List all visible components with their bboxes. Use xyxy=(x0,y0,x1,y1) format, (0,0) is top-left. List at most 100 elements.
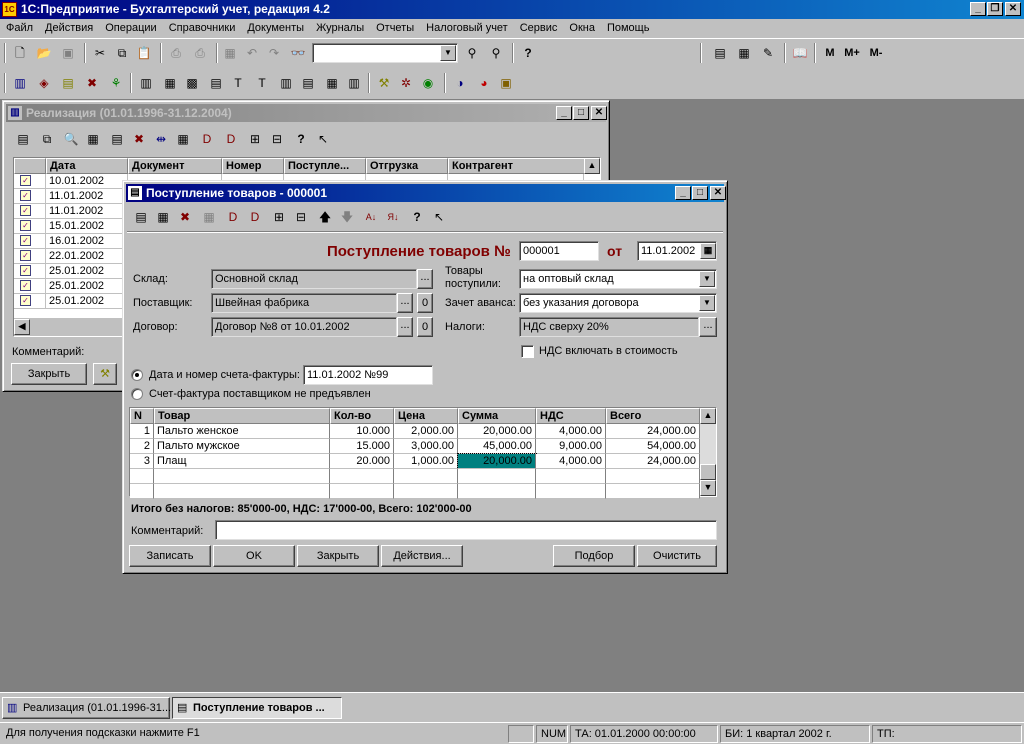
rj-row-icon-cell[interactable]: ✓ xyxy=(14,279,46,294)
calendar-icon[interactable]: ▦ xyxy=(736,45,752,61)
dt-copy-row-icon[interactable]: ▦ xyxy=(155,209,171,225)
rj-row-icon-cell[interactable]: ✓ xyxy=(14,249,46,264)
undo-icon[interactable]: ↶ xyxy=(244,45,260,61)
rj-tool-button[interactable]: ⚒ xyxy=(93,363,117,385)
rj-col-num[interactable]: Номер xyxy=(222,158,284,174)
col-n[interactable]: N xyxy=(130,408,154,424)
menu-journals[interactable]: Журналы xyxy=(310,19,370,37)
item-cell-vsego[interactable]: 54,000.00 xyxy=(606,439,700,454)
item-cell-summa[interactable]: 20,000.00 xyxy=(458,424,536,439)
item-cell-nds[interactable]: 4,000.00 xyxy=(536,424,606,439)
item-cell-empty[interactable] xyxy=(330,484,394,499)
realizacia-maximize-button[interactable]: □ xyxy=(573,106,589,120)
postavshik-select-button[interactable]: ... xyxy=(397,293,413,313)
items-scroll-up[interactable]: ▲ xyxy=(700,408,716,424)
rj-row-icon-cell[interactable]: ✓ xyxy=(14,264,46,279)
menu-windows[interactable]: Окна xyxy=(563,19,601,37)
item-cell-nds[interactable]: 9,000.00 xyxy=(536,439,606,454)
dt-new-row-icon[interactable]: ▤ xyxy=(133,209,149,225)
search-combo[interactable]: ▼ xyxy=(312,43,458,63)
rj-col-date[interactable]: Дата xyxy=(46,158,128,174)
dt-tree2-icon[interactable]: ⊟ xyxy=(293,209,309,225)
item-cell-cena[interactable]: 1,000.00 xyxy=(394,454,458,469)
menu-references[interactable]: Справочники xyxy=(163,19,242,37)
nalogi-select-button[interactable]: ... xyxy=(699,317,717,337)
actions-button[interactable]: Действия... xyxy=(381,545,463,567)
rj-row-date[interactable]: 25.01.2002 xyxy=(46,294,128,309)
menu-help[interactable]: Помощь xyxy=(601,19,656,37)
help-icon[interactable]: ? xyxy=(520,45,536,61)
report8-icon[interactable]: ▤ xyxy=(300,75,316,91)
dt-help-icon[interactable]: ? xyxy=(409,209,425,225)
menu-file[interactable]: Файл xyxy=(0,19,39,37)
open-folder-icon[interactable]: 📂 xyxy=(36,45,52,61)
copy-icon[interactable]: ⧉ xyxy=(114,45,130,61)
restore-button[interactable]: ❐ xyxy=(987,2,1003,16)
rj-scroll-up[interactable]: ▲ xyxy=(584,158,600,174)
item-cell-tovar[interactable]: Пальто женское xyxy=(154,424,330,439)
taskbar-item-realizacia[interactable]: ▥ Реализация (01.01.1996-31... xyxy=(2,697,171,719)
delete-doc-icon[interactable]: ✖ xyxy=(84,75,100,91)
tool2-icon[interactable]: ✲ xyxy=(398,75,414,91)
report3-icon[interactable]: ▩ xyxy=(184,75,200,91)
report9-icon[interactable]: ▦ xyxy=(324,75,340,91)
tool1-icon[interactable]: ⚒ xyxy=(376,75,392,91)
item-cell-tovar[interactable]: Пальто мужское xyxy=(154,439,330,454)
item-cell-empty[interactable] xyxy=(458,484,536,499)
rj-col-contractor[interactable]: Контрагент xyxy=(448,158,586,174)
item-cell-empty[interactable] xyxy=(606,484,700,499)
book-icon[interactable]: 📖 xyxy=(792,45,808,61)
item-cell-empty[interactable] xyxy=(394,484,458,499)
item-cell-empty[interactable] xyxy=(154,469,330,484)
item-cell-empty[interactable] xyxy=(606,469,700,484)
rj-row-icon-cell[interactable]: ✓ xyxy=(14,294,46,309)
nalogi-field[interactable]: НДС сверху 20% xyxy=(519,317,699,337)
rj-scroll-left[interactable]: ◀ xyxy=(14,319,30,335)
rj-close-button[interactable]: Закрыть xyxy=(11,363,87,385)
menu-actions[interactable]: Действия xyxy=(39,19,99,37)
col-kol[interactable]: Кол-во xyxy=(330,408,394,424)
m-button[interactable]: M xyxy=(822,45,838,61)
item-cell-empty[interactable] xyxy=(536,484,606,499)
new-doc-icon[interactable]: 🗋 xyxy=(12,45,28,61)
find-next-icon[interactable]: ⚲ xyxy=(464,45,480,61)
dt-delete-row-icon[interactable]: ✖ xyxy=(177,209,193,225)
rj-row-date[interactable]: 10.01.2002 xyxy=(46,174,128,189)
radio-invoice-date[interactable] xyxy=(131,369,143,381)
dt-post-icon[interactable]: D xyxy=(225,209,241,225)
invoice-number-field[interactable]: 11.01.2002 №99 xyxy=(303,365,433,385)
taskbar-item-postuplenie[interactable]: ▤ Поступление товаров ... xyxy=(172,697,342,719)
rj-row-date[interactable]: 15.01.2002 xyxy=(46,219,128,234)
ok-button[interactable]: OK xyxy=(213,545,295,567)
m-minus-button[interactable]: M- xyxy=(866,45,886,61)
tovary-select[interactable]: на оптовый склад ▼ xyxy=(519,269,717,289)
rj-row-date[interactable]: 22.01.2002 xyxy=(46,249,128,264)
dt-unpost-icon[interactable]: D xyxy=(247,209,263,225)
postavshik-clear-button[interactable]: 0 xyxy=(417,293,433,313)
item-cell-tovar[interactable]: Плащ xyxy=(154,454,330,469)
chevron-down-icon[interactable]: ▼ xyxy=(699,295,715,311)
report4-icon[interactable]: ▤ xyxy=(208,75,224,91)
item-cell-empty[interactable] xyxy=(330,469,394,484)
item-cell-nds[interactable]: 4,000.00 xyxy=(536,454,606,469)
rj-row-icon-cell[interactable]: ✓ xyxy=(14,189,46,204)
report7-icon[interactable]: ▥ xyxy=(278,75,294,91)
rj-help-icon[interactable]: ? xyxy=(293,131,309,147)
items-scroll-down[interactable]: ▼ xyxy=(700,480,716,496)
doc-minimize-button[interactable]: _ xyxy=(675,186,691,200)
col-summa[interactable]: Сумма xyxy=(458,408,536,424)
doc-comment-field[interactable] xyxy=(215,520,717,540)
doc-maximize-button[interactable]: □ xyxy=(692,186,708,200)
dogovor-clear-button[interactable]: 0 xyxy=(417,317,433,337)
rj-post-icon[interactable]: D xyxy=(199,131,215,147)
rj-col-in[interactable]: Поступле... xyxy=(284,158,366,174)
item-cell-kol[interactable]: 10.000 xyxy=(330,424,394,439)
rj-col-doc[interactable]: Документ xyxy=(128,158,222,174)
service1-icon[interactable]: ◑ xyxy=(452,75,468,91)
dt-move-up-icon[interactable]: 🡅 xyxy=(317,209,333,225)
postavshik-field[interactable]: Швейная фабрика xyxy=(211,293,397,313)
dt-context-help-icon[interactable]: ↖ xyxy=(431,209,447,225)
report1-icon[interactable]: ▥ xyxy=(138,75,154,91)
menu-tax[interactable]: Налоговый учет xyxy=(420,19,514,37)
item-cell-empty[interactable] xyxy=(536,469,606,484)
